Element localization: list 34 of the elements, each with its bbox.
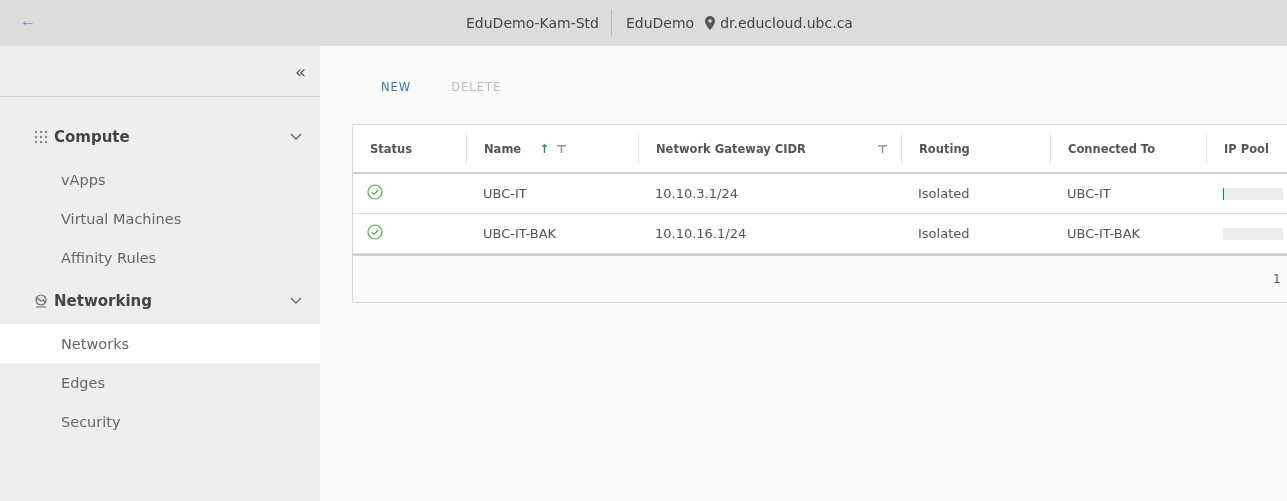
- nav-item[interactable]: Security: [0, 402, 320, 441]
- column-header[interactable]: Status: [353, 133, 466, 164]
- table-cell-text: 10.10.3.1/24: [654, 186, 739, 201]
- sort-arrow[interactable]: ↑: [539, 141, 550, 156]
- table-cell-text: UBC-IT-BAK: [1066, 226, 1142, 241]
- column-header[interactable]: Network Gateway CIDR: [638, 133, 901, 164]
- site-name: dr.educloud.ubc.ca: [720, 15, 853, 31]
- column-header[interactable]: IP Pool: [1206, 133, 1287, 164]
- filter-icon[interactable]: [878, 144, 887, 153]
- nav-group[interactable]: Networking: [0, 277, 320, 324]
- table-cell-text: Isolated: [917, 226, 971, 241]
- table-cell-text: 10.10.16.1/24: [654, 226, 748, 241]
- dots-grid-icon: [34, 129, 48, 144]
- item-count: 1: [1273, 272, 1281, 286]
- table-cell-text: UBC-IT-BAK: [482, 226, 558, 241]
- globe-icon: [34, 293, 48, 308]
- nav-group[interactable]: Compute: [0, 113, 320, 160]
- org-name: EduDemo: [626, 15, 695, 31]
- nav-item[interactable]: Networks: [0, 324, 320, 363]
- nav-item[interactable]: Virtual Machines: [0, 199, 320, 238]
- table-cell-text: Isolated: [917, 186, 971, 201]
- table-cell-text: UBC-IT: [1066, 186, 1112, 201]
- collapse-button[interactable]: «: [295, 60, 306, 82]
- column-header[interactable]: Name ↑: [466, 133, 638, 164]
- toolbar-button[interactable]: NEW: [381, 76, 412, 98]
- nav-item[interactable]: vApps: [0, 160, 320, 199]
- column-header[interactable]: Routing: [901, 133, 1050, 164]
- table-cell-text: UBC-IT: [482, 186, 528, 201]
- column-header[interactable]: Connected To: [1050, 133, 1206, 164]
- location-pin-icon: [704, 16, 717, 30]
- nav-item[interactable]: Affinity Rules: [0, 238, 320, 277]
- vdc-title: EduDemo-Kam-Std: [466, 15, 600, 31]
- filter-icon[interactable]: [557, 144, 567, 153]
- nav-item[interactable]: Edges: [0, 363, 320, 402]
